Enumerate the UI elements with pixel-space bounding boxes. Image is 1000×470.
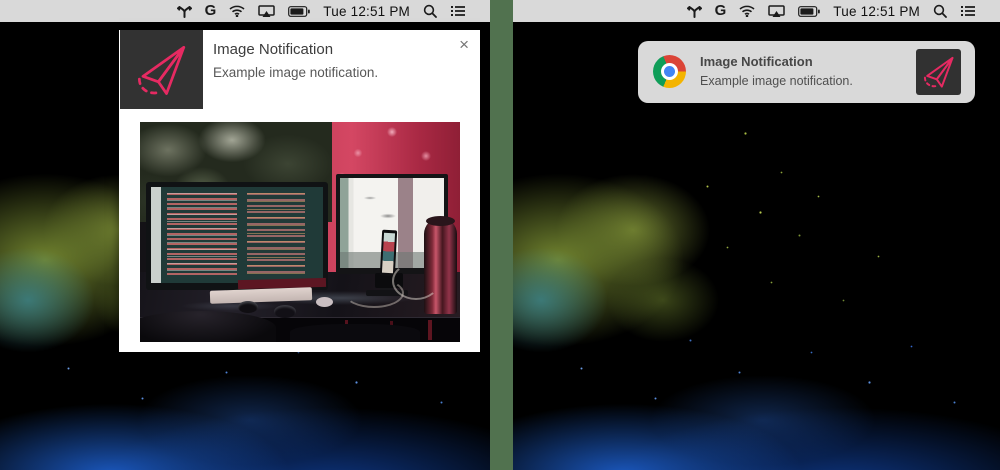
chrome-icon — [653, 55, 686, 88]
image-notification-popup[interactable]: Image Notification Example image notific… — [119, 30, 480, 352]
photo-canister-lid — [426, 216, 455, 226]
photo-code-column — [167, 193, 237, 277]
photo-cable — [392, 262, 440, 300]
photo-red-glint — [428, 320, 432, 340]
wifi-icon[interactable] — [229, 5, 245, 17]
google-icon[interactable]: G — [205, 3, 217, 18]
photo-chair — [140, 311, 276, 342]
battery-icon[interactable] — [288, 6, 310, 17]
photo-editor-sidebar — [151, 187, 161, 283]
photo-code-column — [247, 193, 305, 277]
menu-bar: G Tue 12:51 PM — [0, 0, 490, 22]
menu-bar: G Tue 12:51 PM — [513, 0, 1000, 22]
paper-airplane-icon — [916, 49, 961, 95]
split-arrows-icon[interactable] — [687, 5, 702, 18]
screen-mirroring-icon[interactable] — [258, 5, 275, 17]
screenshot-divider — [490, 0, 513, 470]
banner-title: Image Notification — [700, 54, 813, 69]
google-icon[interactable]: G — [715, 3, 727, 18]
notification-body: Example image notification. — [213, 65, 378, 80]
menu-bar-clock[interactable]: Tue 12:51 PM — [833, 4, 920, 19]
notification-title: Image Notification — [213, 41, 333, 58]
photo-mouse — [238, 301, 258, 313]
split-arrows-icon[interactable] — [177, 5, 192, 18]
menu-bar-clock[interactable]: Tue 12:51 PM — [323, 4, 410, 19]
screen-mirroring-icon[interactable] — [768, 5, 785, 17]
notification-center-icon[interactable] — [450, 5, 466, 17]
notification-image[interactable] — [140, 122, 460, 342]
notification-center-icon[interactable] — [960, 5, 976, 17]
banner-body: Example image notification. — [700, 74, 853, 88]
image-notification-banner[interactable]: Image Notification Example image notific… — [638, 41, 975, 103]
paper-airplane-icon — [120, 30, 203, 109]
left-screenshot: G Tue 12:51 PM Image Notifi — [0, 0, 490, 470]
right-screenshot: G Tue 12:51 PM Image Notification Exampl… — [513, 0, 1000, 470]
close-icon[interactable]: × — [455, 34, 473, 55]
wifi-icon[interactable] — [739, 5, 755, 17]
search-icon[interactable] — [933, 4, 947, 18]
photo-mouse — [274, 305, 296, 318]
photo-chair — [290, 324, 420, 342]
photo-phone-screen — [382, 233, 395, 274]
photo-white-mouse — [316, 297, 333, 307]
battery-icon[interactable] — [798, 6, 820, 17]
search-icon[interactable] — [423, 4, 437, 18]
